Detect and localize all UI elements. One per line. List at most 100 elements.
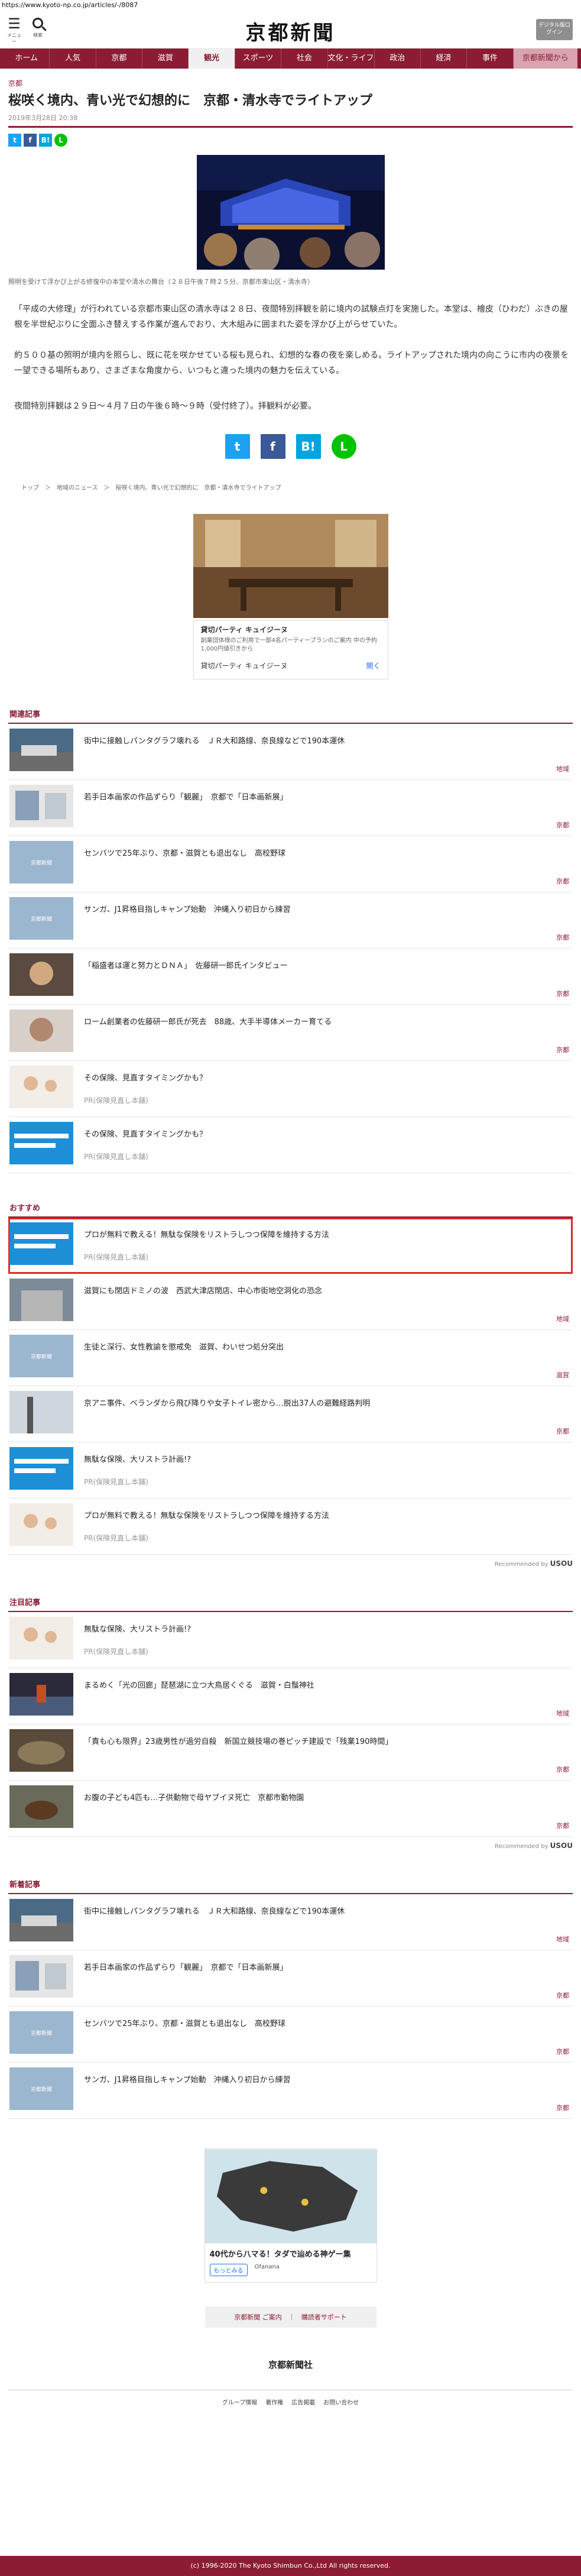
list-item[interactable]: まるめく「光の回廊」琵琶湖に立つ大鳥居くぐる 滋賀・白鬚神社 地域: [8, 1668, 573, 1724]
nav-sightseeing[interactable]: 観光: [189, 48, 235, 69]
recommend-heading: おすすめ: [8, 1202, 573, 1218]
ad-bottom-caption: 40代から八マる！タダで辿める神ゲー集: [209, 2250, 351, 2259]
list-item-ad[interactable]: 無駄な保険、大リストラ計画!? PR(保険見直し本舗): [8, 1442, 573, 1499]
nav-incident[interactable]: 事件: [467, 48, 514, 69]
address-bar[interactable]: https://www.kyoto-np.co.jp/articles/-/80…: [0, 0, 581, 11]
list-item[interactable]: 街中に接触しパンタグラフ壊れる ＪＲ大和路線、奈良線などで190本運休 地域: [8, 724, 573, 780]
item-title: まるめく「光の回廊」琵琶湖に立つ大鳥居くぐる 滋賀・白鬚神社: [84, 1681, 314, 1690]
list-item[interactable]: 京アニ事件、ベランダから飛び降りや女子トイレ密から…脱出37人の避難経路判明 京…: [8, 1386, 573, 1442]
ad-top[interactable]: 貸切パーティ キュイジーヌ 創業団体様のご利用で一部4名パーティープランのご案内…: [193, 514, 388, 679]
latest-heading: 新着記事: [8, 1878, 573, 1894]
item-title: 街中に接触しパンタグラフ壊れる ＪＲ大和路線、奈良線などで190本運休: [84, 737, 345, 746]
nav-sports[interactable]: スポーツ: [235, 48, 282, 69]
line-share-icon[interactable]: L: [331, 434, 356, 459]
footer-nav-copyright[interactable]: 著作権: [265, 2397, 283, 2406]
hatena-share-icon[interactable]: B!: [296, 434, 321, 459]
list-item[interactable]: 滋賀にも閉店ドミノの波 西武大津店閉店、中心市街地空洞化の恐念 地域: [8, 1274, 573, 1330]
section-label[interactable]: 京都: [8, 78, 573, 88]
site-logo[interactable]: 京都新聞: [0, 17, 581, 46]
nav-home[interactable]: ホーム: [4, 48, 50, 69]
list-item[interactable]: 「責も心も限界」23歳男性が過労自殺 新国立競技場の巻ピッチ建設で「残業190時…: [8, 1724, 573, 1781]
item-category: 京都: [556, 1046, 569, 1054]
list-item[interactable]: 京都新聞 サンガ、J1昇格目指しキャンプ始動 沖縄入り初日から練習 京都: [8, 2063, 573, 2119]
nav-popular[interactable]: 人気: [50, 48, 96, 69]
svg-text:京都新聞: 京都新聞: [31, 2030, 52, 2037]
nav-politics[interactable]: 政治: [375, 48, 421, 69]
article-paragraph-2: 約５００基の照明が境内を照らし、既に花を咲かせている桜も見られ、幻想的な春の夜を…: [14, 351, 569, 376]
ad-text-box: 貸切パーティ キュイジーヌ 創業団体様のご利用で一部4名パーティープランのご案内…: [193, 620, 388, 679]
facebook-icon[interactable]: f: [24, 134, 37, 147]
item-pr: PR(保険見直し本舗): [84, 1648, 148, 1656]
recommend-credit[interactable]: Recommended by USOU: [8, 1559, 573, 1568]
credit-by: Recommended by: [494, 1561, 548, 1568]
footer-nav-group[interactable]: グループ情報: [222, 2397, 257, 2406]
digital-login-button[interactable]: デジタル版ログイン: [536, 19, 573, 40]
nav-culture[interactable]: 文化・ライフ: [328, 48, 375, 69]
footer-links[interactable]: 京都新聞 ご案内 ｜ 購読者サポート: [205, 2306, 376, 2328]
thumb-portrait: [9, 953, 73, 996]
list-item-ad-highlighted[interactable]: プロが無料で教える！無駄な保険をリストラしつつ保障を維持する方法 PR(保険見直…: [8, 1218, 573, 1274]
footer-logo[interactable]: 京都新聞社: [8, 2358, 573, 2371]
list-item-ad[interactable]: その保険、見直すタイミングかも？ PR(保険見直し本舗): [8, 1061, 573, 1117]
more-button[interactable]: もっとみる: [209, 2264, 248, 2276]
nav-from-kyoto[interactable]: 京都新聞から: [513, 48, 577, 69]
twitter-share-icon[interactable]: t: [225, 434, 250, 459]
list-item[interactable]: 京都新聞 センバツで25年ぶり、京都・滋賀とも退出なし 高校野球 京都: [8, 2007, 573, 2063]
share-bar-small: t f B! L: [8, 134, 573, 147]
facebook-share-icon[interactable]: f: [260, 434, 285, 459]
thumb-train: [9, 729, 73, 771]
hatena-icon[interactable]: B!: [39, 134, 52, 147]
svg-text:京都新聞: 京都新聞: [31, 1353, 52, 1360]
list-item[interactable]: 京都新聞 生徒と深行、女性教諭を懲戒免 滋賀、わいせつ処分突出 滋賀: [8, 1330, 573, 1386]
list-item[interactable]: 若手日本画家の作品ずらり「観麗」 京都で「日本画新展」 京都: [8, 1950, 573, 2007]
article-photo[interactable]: [196, 155, 385, 270]
list-item-ad[interactable]: その保険、見直すタイミングかも？ PR(保険見直し本舗): [8, 1117, 573, 1173]
ad-open-link[interactable]: 開く: [366, 661, 380, 671]
nav-shiga[interactable]: 滋賀: [142, 48, 189, 69]
twitter-icon[interactable]: t: [8, 134, 21, 147]
thumb-placeholder: 京都新聞: [9, 1335, 73, 1377]
item-category: 京都: [556, 1766, 569, 1774]
latest-list: 街中に接触しパンタグラフ壊れる ＪＲ大和路線、奈良線などで190本運休 地域 若…: [8, 1894, 573, 2119]
item-title: プロが無料で教える！無駄な保険をリストラしつつ保障を維持する方法: [84, 1512, 329, 1520]
list-item-ad[interactable]: プロが無料で教える！無駄な保険をリストラしつつ保障を維持する方法 PR(保険見直…: [8, 1499, 573, 1555]
list-item[interactable]: 街中に接触しパンタグラフ壊れる ＪＲ大和路線、奈良線などで190本運休 地域: [8, 1894, 573, 1950]
ad-footer-name: 貸切パーティ キュイジーヌ: [200, 662, 288, 670]
item-title: サンガ、J1昇格目指しキャンプ始動 沖縄入り初日から練習: [84, 905, 291, 914]
ad-footer: 貸切パーティ キュイジーヌ 開く: [201, 661, 381, 671]
ad-map-image: [205, 2149, 376, 2244]
footer-nav-ads[interactable]: 広告掲載: [291, 2397, 315, 2406]
thumb-street: [9, 1391, 73, 1433]
nav-society[interactable]: 社会: [281, 48, 328, 69]
item-pr: PR(保険見直し本舗): [84, 1096, 148, 1105]
credit-brand: USOU: [550, 1842, 573, 1850]
list-item[interactable]: お腹の子ども4匹も…子供動物で母ヤブイヌ死亡 京都市動物園 京都: [8, 1781, 573, 1837]
item-title: 街中に接触しパンタグラフ壊れる ＪＲ大和路線、奈良線などで190本運休: [84, 1907, 345, 1916]
ad-bottom[interactable]: 40代から八マる！タダで辿める神ゲー集 もっとみる Ofanana: [204, 2148, 377, 2283]
item-category: 京都: [556, 1992, 569, 1999]
featured-heading: 注目記事: [8, 1596, 573, 1612]
breadcrumb[interactable]: トップ ＞ 地域のニュース ＞ 桜咲く境内、青い光で幻想的に 京都・清水寺でライ…: [8, 483, 573, 491]
list-item[interactable]: 若手日本画家の作品ずらり「観麗」 京都で「日本画新展」 京都: [8, 780, 573, 836]
item-category: 地域: [556, 765, 569, 773]
list-item[interactable]: ローム創業者の佐藤研一郎氏が死去 88歳、大手半導体メーカー育てる 京都: [8, 1005, 573, 1061]
thumb-gallery: [9, 785, 73, 827]
line-icon[interactable]: L: [54, 134, 67, 147]
item-title: その保険、見直すタイミングかも？: [84, 1074, 207, 1083]
ad-sub: 創業団体様のご利用で一部4名パーティープランのご案内 中の予約1,000円値引き…: [200, 637, 377, 652]
list-item[interactable]: 「稲盛者は運と努力とＤＮＡ」 佐藤研一郎氏インタビュー 京都: [8, 949, 573, 1005]
list-item[interactable]: 京都新聞 センバツで25年ぶり、京都・滋賀とも退出なし 高校野球 京都: [8, 836, 573, 892]
share-bar-large: t f B! L: [8, 434, 573, 459]
thumb-animal: [9, 1785, 73, 1828]
article-main: 京都 桜咲く境内、青い光で幻想的に 京都・清水寺でライトアップ 2019年3月2…: [0, 78, 581, 2406]
thumb-lake: [9, 1673, 73, 1716]
list-item-ad[interactable]: 無駄な保険、大リストラ計画!? PR(保険見直し本舗): [8, 1612, 573, 1668]
footer-nav-contact[interactable]: お問い合わせ: [323, 2397, 359, 2406]
nav-kyoto[interactable]: 京都: [96, 48, 143, 69]
list-item[interactable]: 京都新聞 サンガ、J1昇格目指しキャンプ始動 沖縄入り初日から練習 京都: [8, 892, 573, 949]
thumb-gallery: [9, 1955, 73, 1998]
item-title: センバツで25年ぶり、京都・滋賀とも退出なし 高校野球: [84, 849, 286, 858]
featured-credit[interactable]: Recommended by USOU: [8, 1842, 573, 1850]
item-category: 地域: [556, 1936, 569, 1943]
nav-economy[interactable]: 経済: [421, 48, 468, 69]
